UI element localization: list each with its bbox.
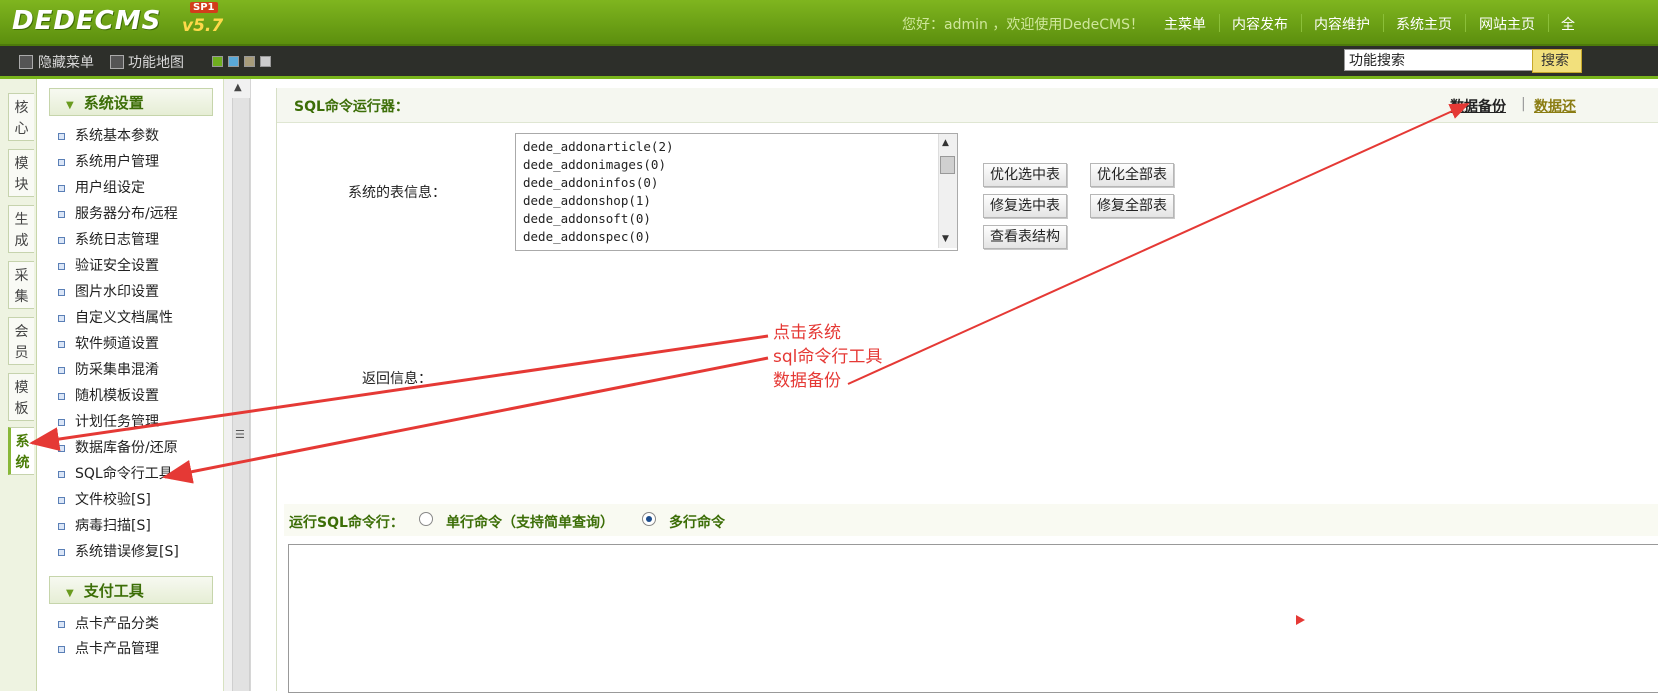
annotation-arrows xyxy=(29,103,1470,484)
arrow-to-sql-tool xyxy=(162,356,769,484)
arrow-to-backup-link xyxy=(847,103,1470,385)
arrow-to-system-tab xyxy=(29,334,769,451)
